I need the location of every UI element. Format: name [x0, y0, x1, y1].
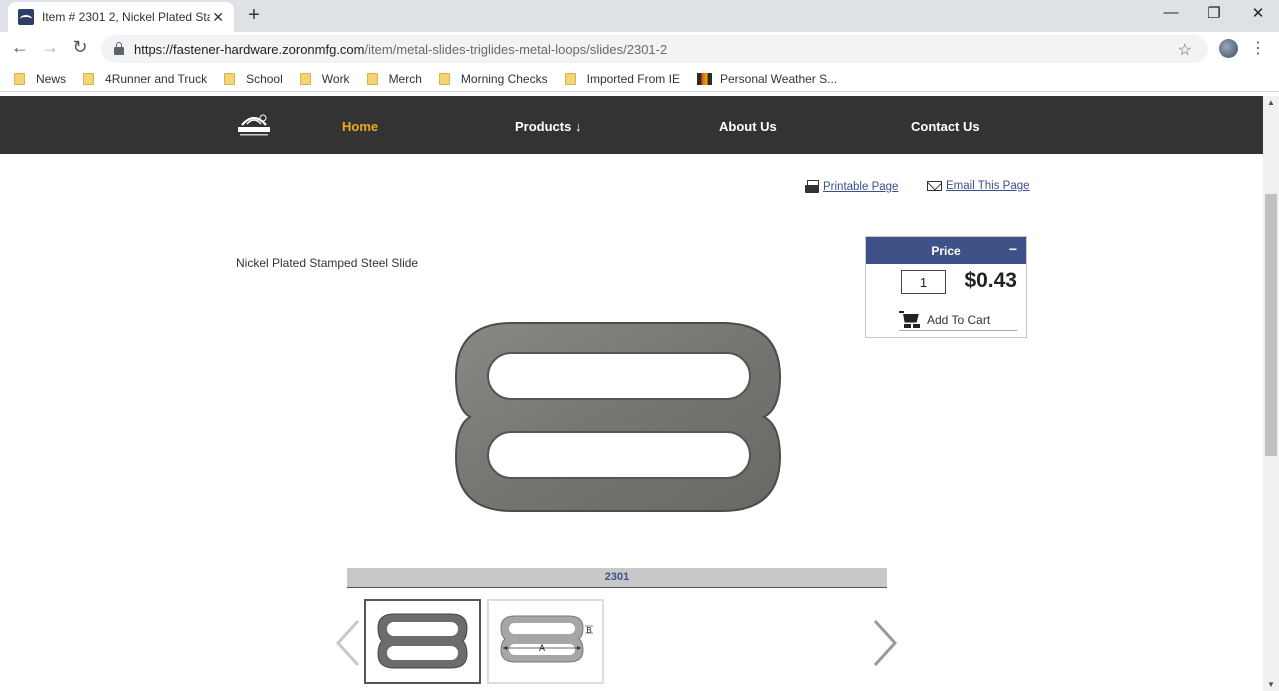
bookmark-school[interactable]: School: [224, 72, 283, 86]
nav-about-us[interactable]: About Us: [719, 119, 777, 134]
price-panel: Price − $0.43 Add To Cart: [865, 236, 1027, 338]
forward-button[interactable]: →: [38, 37, 62, 58]
browser-tab[interactable]: Item # 2301 2, Nickel Plated Stam ✕: [8, 2, 234, 32]
thumbnail-photo[interactable]: [364, 599, 481, 684]
bookmark-star-icon[interactable]: ☆: [1178, 40, 1192, 60]
weather-icon: [696, 72, 712, 85]
minimize-button[interactable]: —: [1156, 4, 1186, 21]
nav-products[interactable]: Products ↓: [515, 119, 581, 134]
bookmark-label: Personal Weather S...: [719, 71, 838, 86]
site-navbar: Home Products ↓ About Us Contact Us: [0, 96, 1263, 154]
profile-avatar[interactable]: [1219, 39, 1238, 58]
bookmark-imported-ie[interactable]: Imported From IE: [564, 71, 680, 86]
folder-icon: [366, 72, 378, 85]
bookmark-label: 4Runner and Truck: [105, 71, 208, 86]
printable-page-link[interactable]: Printable Page: [805, 180, 898, 193]
envelope-icon: [927, 181, 942, 191]
scroll-thumb[interactable]: [1265, 194, 1277, 456]
site-favicon-icon: [18, 9, 34, 25]
close-icon[interactable]: ✕: [212, 9, 224, 26]
add-to-cart-button[interactable]: Add To Cart: [899, 309, 1017, 331]
scroll-up-icon[interactable]: ▲: [1267, 98, 1275, 107]
folder-icon: [299, 72, 311, 85]
bookmark-work[interactable]: Work: [299, 71, 350, 86]
lock-icon[interactable]: [114, 42, 124, 55]
restore-button[interactable]: ❐: [1199, 4, 1229, 22]
url-path: /item/metal-slides-triglides-metal-loops…: [364, 41, 668, 57]
bookmark-merch[interactable]: Merch: [366, 71, 422, 86]
item-number-bar: 2301: [347, 568, 887, 588]
nav-home[interactable]: Home: [342, 119, 378, 134]
prev-arrow-icon[interactable]: [333, 618, 363, 668]
product-image: [454, 322, 782, 512]
product-description: Nickel Plated Stamped Steel Slide: [236, 256, 419, 270]
bookmark-label: Imported From IE: [586, 71, 680, 86]
printer-icon: [805, 180, 819, 193]
new-tab-button[interactable]: +: [244, 4, 264, 27]
collapse-icon[interactable]: −: [1009, 241, 1017, 257]
folder-icon: [224, 72, 236, 85]
price-header-label: Price: [931, 243, 961, 258]
dimension-a-label: A: [539, 643, 545, 653]
bookmark-morning-checks[interactable]: Morning Checks: [438, 71, 548, 86]
add-to-cart-label: Add To Cart: [927, 312, 991, 327]
scroll-down-icon[interactable]: ▼: [1267, 680, 1275, 689]
price-header: Price −: [866, 237, 1026, 264]
thumbnail-diagram-image: A B: [500, 615, 593, 663]
bookmark-label: News: [36, 71, 67, 86]
bookmark-label: Morning Checks: [460, 71, 548, 86]
thumbnail-diagram[interactable]: A B: [487, 599, 604, 684]
url-text[interactable]: https://fastener-hardware.zoronmfg.com/i…: [134, 42, 667, 57]
url-host: https://fastener-hardware.zoronmfg.com: [134, 41, 365, 57]
bookmark-4runner[interactable]: 4Runner and Truck: [83, 72, 207, 86]
shopping-cart-icon: [899, 310, 921, 329]
unit-price: $0.43: [964, 269, 1017, 292]
window-close-button[interactable]: ✕: [1243, 4, 1273, 22]
dimension-b-label: B: [586, 626, 591, 635]
bookmark-news[interactable]: News: [14, 72, 66, 86]
folder-icon: [14, 72, 25, 85]
bookmark-label: Work: [321, 71, 350, 86]
folder-icon: [564, 72, 576, 85]
browser-menu-icon[interactable]: ⋮: [1250, 38, 1266, 58]
folder-icon: [83, 72, 95, 85]
thumbnail-photo-image: [377, 613, 468, 669]
bookmark-label: School: [246, 71, 283, 86]
email-page-label: Email This Page: [946, 180, 1030, 192]
browser-tabstrip: Item # 2301 2, Nickel Plated Stam ✕ + — …: [0, 0, 1279, 32]
page-viewport: Home Products ↓ About Us Contact Us Prin…: [0, 96, 1263, 691]
email-page-link[interactable]: Email This Page: [927, 180, 1030, 192]
address-bar[interactable]: https://fastener-hardware.zoronmfg.com/i…: [101, 35, 1208, 63]
bookmark-weather[interactable]: Personal Weather S...: [696, 71, 838, 86]
next-arrow-icon[interactable]: [870, 618, 900, 668]
printable-page-label: Printable Page: [823, 180, 899, 193]
quantity-input[interactable]: [901, 270, 946, 294]
zoron-logo-icon[interactable]: [236, 112, 272, 138]
page-scrollbar[interactable]: ▲ ▼: [1263, 96, 1279, 691]
nav-contact-us[interactable]: Contact Us: [911, 119, 980, 134]
bookmarks-bar: News 4Runner and Truck School Work Merch…: [0, 66, 1279, 92]
browser-toolbar: ← → ↻ https://fastener-hardware.zoronmfg…: [0, 32, 1279, 66]
bookmark-label: Merch: [388, 71, 422, 86]
back-button[interactable]: ←: [8, 37, 32, 58]
tab-title: Item # 2301 2, Nickel Plated Stam: [42, 10, 210, 24]
folder-icon: [438, 72, 450, 85]
reload-button[interactable]: ↻: [68, 37, 92, 58]
